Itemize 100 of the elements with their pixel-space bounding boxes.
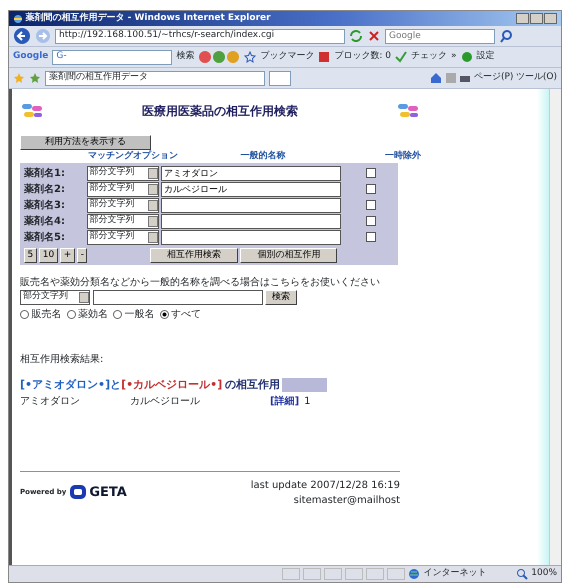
result-cell-text: アミオダロン xyxy=(20,394,81,408)
status-pane xyxy=(366,568,384,580)
home-icon[interactable] xyxy=(430,72,442,84)
exclude-checkbox[interactable] xyxy=(366,168,376,178)
usage-button[interactable]: 利用方法を表示する xyxy=(20,134,151,150)
radio-button[interactable] xyxy=(20,310,29,319)
lookup-option-select[interactable]: 部分文字列 xyxy=(20,290,90,304)
scrollbar[interactable] xyxy=(549,89,561,565)
interaction-heading: の相互作用 xyxy=(224,377,280,393)
close-icon[interactable] xyxy=(367,29,381,43)
lookup-search-button[interactable]: 検索 xyxy=(265,290,297,304)
google-logo: Google xyxy=(13,50,48,64)
radio-label: 一般名 xyxy=(124,308,154,322)
logo-text: GETA xyxy=(89,484,127,502)
refresh-icon[interactable] xyxy=(349,29,363,43)
block-icon xyxy=(318,51,330,63)
toolbar-button[interactable]: » xyxy=(451,50,457,64)
row-count-button[interactable]: 5 xyxy=(24,248,37,262)
drug-name-field[interactable]: アミオダロン xyxy=(161,166,341,180)
match-option-select[interactable]: 部分文字列 xyxy=(86,214,158,228)
search-button[interactable]: 検索 xyxy=(176,50,194,64)
page-heading: 医療用医薬品の相互作用検索 xyxy=(141,102,299,120)
results-title: 相互作用検索結果: xyxy=(20,352,104,367)
drug-label: 薬剤名3: xyxy=(24,198,66,212)
search-icon[interactable] xyxy=(499,29,513,43)
check-icon xyxy=(395,51,408,63)
command-button[interactable]: ツール(O) xyxy=(516,71,557,85)
column-header: 一時除外 xyxy=(384,150,422,162)
last-update-text: last update 2007/12/28 16:19 xyxy=(250,478,400,492)
row-count-button[interactable]: + xyxy=(60,248,75,262)
match-option-select[interactable]: 部分文字列 xyxy=(86,182,158,196)
drug-name-field[interactable] xyxy=(161,198,341,212)
exclude-checkbox[interactable] xyxy=(366,200,376,210)
result-count: 1 xyxy=(304,394,311,408)
row-count-button[interactable]: 10 xyxy=(39,248,58,262)
individual-button[interactable]: 個別の相互作用 xyxy=(240,248,338,262)
result-cell-text: カルベジロール xyxy=(130,394,201,408)
search-field[interactable]: Google xyxy=(385,28,495,44)
search-button[interactable]: 相互作用検索 xyxy=(150,248,238,262)
google-search-field[interactable]: G- xyxy=(52,50,172,64)
drug-name-field[interactable] xyxy=(161,214,341,228)
zoom-icon xyxy=(516,568,528,580)
drug-link[interactable]: [•カルベジロール•] xyxy=(121,377,222,394)
row-count-button[interactable]: - xyxy=(77,248,88,262)
result-badge xyxy=(282,378,328,392)
window-title: 薬剤間の相互作用データ - Windows Internet Explorer xyxy=(26,12,271,25)
status-pane xyxy=(282,568,300,580)
radio-label: すべて xyxy=(171,308,201,322)
pills-icon xyxy=(396,102,420,119)
drug-link[interactable]: [•アミオダロン•] xyxy=(20,377,110,394)
browser-icon xyxy=(13,14,23,24)
drug-label: 薬剤名5: xyxy=(24,230,66,244)
address-field[interactable]: http://192.168.100.51/~trhcs/r-search/index.cgi xyxy=(55,28,345,44)
radio-button[interactable] xyxy=(113,310,122,319)
drug-label: 薬剤名2: xyxy=(24,182,66,196)
detail-link[interactable]: [詳細] xyxy=(270,394,300,408)
pills-icon xyxy=(20,102,44,119)
status-pane xyxy=(324,568,342,580)
lookup-hint: 販売名や薬効分類名などから一般的名称を調べる場合はこちらをお使いください xyxy=(20,276,381,290)
toolbar-button[interactable]: ブックマーク xyxy=(260,50,314,64)
close-button[interactable] xyxy=(544,13,557,24)
exclude-checkbox[interactable] xyxy=(366,232,376,242)
toolbar-icons-drawing xyxy=(198,50,240,64)
command-button[interactable]: ページ(P) xyxy=(474,71,514,85)
status-pane xyxy=(387,568,406,580)
star-icon xyxy=(244,51,256,63)
match-option-select[interactable]: 部分文字列 xyxy=(86,230,158,244)
radio-button[interactable] xyxy=(66,310,76,319)
drug-label: 薬剤名4: xyxy=(24,214,66,228)
column-header: マッチングオプション xyxy=(87,150,179,162)
status-pane xyxy=(345,568,364,580)
exclude-checkbox[interactable] xyxy=(366,184,376,194)
exclude-checkbox[interactable] xyxy=(366,216,376,226)
drug-name-field[interactable] xyxy=(161,230,341,244)
status-pane xyxy=(303,568,322,580)
drug-label: 薬剤名1: xyxy=(24,166,66,180)
back-icon[interactable] xyxy=(13,27,31,45)
toolbar-button[interactable]: ブロック数: 0 xyxy=(334,50,392,64)
browser-tab[interactable]: 薬剤間の相互作用データ xyxy=(45,70,265,86)
minimize-button[interactable] xyxy=(516,13,529,24)
joiner-text: と xyxy=(110,377,122,393)
new-tab-button[interactable] xyxy=(269,70,291,86)
toolbar-button[interactable]: チェック xyxy=(411,50,448,64)
match-option-select[interactable]: 部分文字列 xyxy=(86,166,158,180)
toolbar-button[interactable]: 設定 xyxy=(476,50,495,64)
radio-label: 薬効名 xyxy=(78,308,108,322)
drug-name-field[interactable]: カルベジロール xyxy=(161,182,341,196)
zone-text: インターネット xyxy=(423,567,488,580)
email-text: sitemaster@mailhost xyxy=(292,494,400,508)
lookup-field[interactable] xyxy=(92,290,262,304)
favorites-star-icon[interactable] xyxy=(13,72,25,84)
globe-icon xyxy=(408,568,420,580)
radio-label: 販売名 xyxy=(32,308,62,322)
radio-button[interactable] xyxy=(160,310,168,319)
maximize-button[interactable] xyxy=(530,13,543,24)
zoom-button[interactable]: 100% xyxy=(531,567,557,581)
dot-icon xyxy=(460,51,473,63)
logo-icon xyxy=(68,484,87,500)
column-header: 一般的名称 xyxy=(240,150,286,162)
match-option-select[interactable]: 部分文字列 xyxy=(86,198,158,212)
